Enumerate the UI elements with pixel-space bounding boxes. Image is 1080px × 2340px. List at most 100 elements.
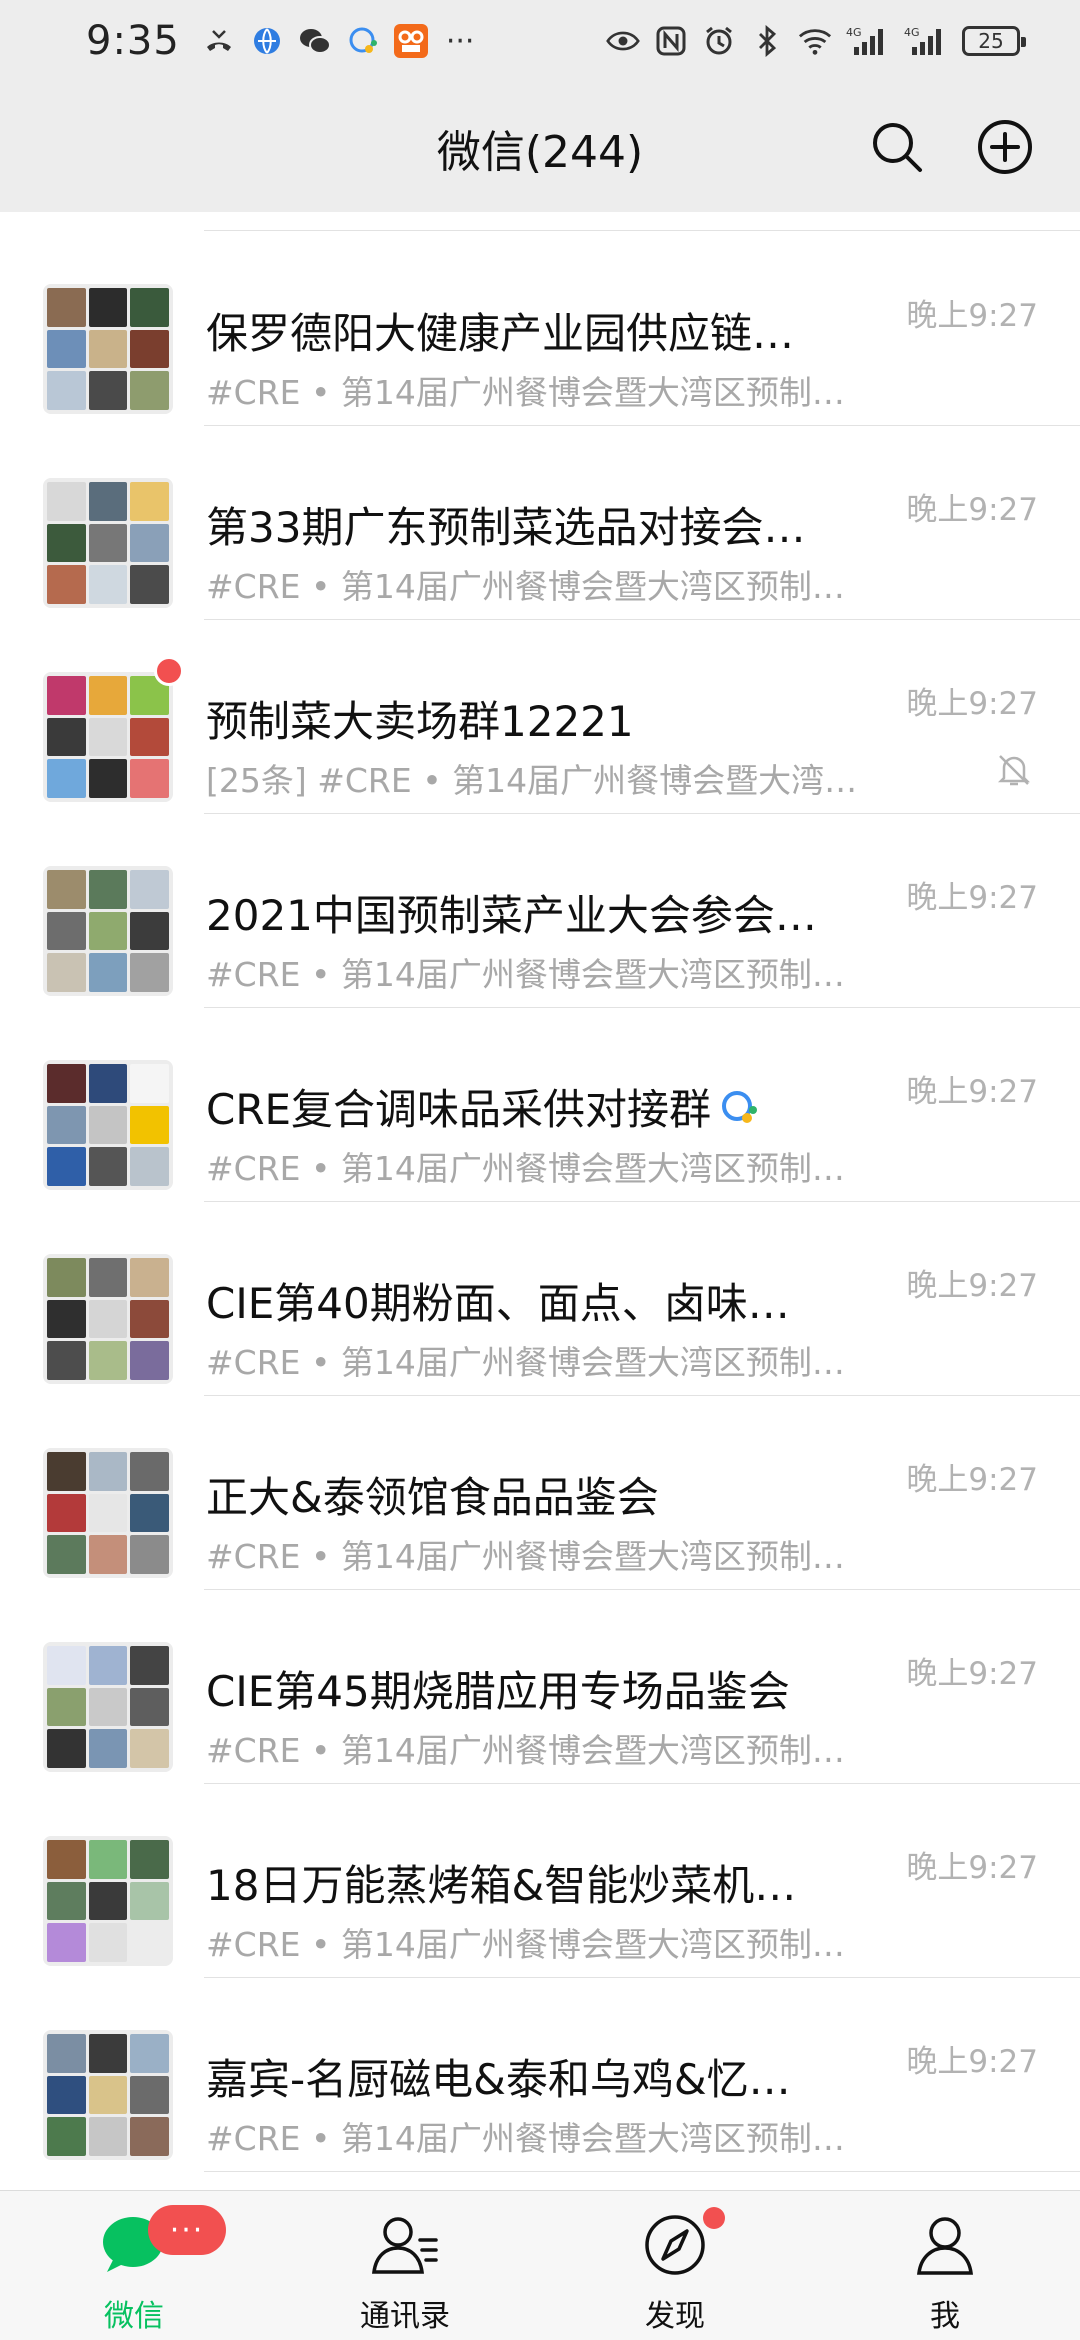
- chat-row[interactable]: 第33期广东预制菜选品对接会… #CRE • 第14届广州餐博会暨大湾区预制… 晚上…: [0, 426, 1080, 620]
- chat-preview: #CRE • 第14届广州餐博会暨大湾区预制…: [206, 1925, 845, 1964]
- wifi-icon: [798, 24, 832, 58]
- tab-me[interactable]: 我: [845, 2191, 1045, 2340]
- chat-row[interactable]: 预制菜大卖场群12221 [25条] #CRE • 第14届广州餐博会暨大湾… 晚上…: [0, 620, 1080, 814]
- status-left-icons: ···: [202, 23, 475, 59]
- tab-label: 发现: [645, 2299, 705, 2334]
- status-right-icons: 4G 4G 25: [606, 24, 1026, 58]
- group-avatar: [43, 1254, 173, 1384]
- chat-row[interactable]: 2021中国预制菜产业大会参会… #CRE • 第14届广州餐博会暨大湾区预制… 晚…: [0, 814, 1080, 1008]
- tab-discover[interactable]: 发现: [575, 2191, 775, 2340]
- chat-title-text: 第33期广东预制菜选品对接会…: [206, 503, 806, 552]
- chat-title: CIE第40期粉面、面点、卤味…: [206, 1270, 866, 1331]
- alarm-icon: [702, 24, 736, 58]
- chat-time: 晚上9:27: [906, 880, 1038, 916]
- person-icon: [910, 2213, 980, 2277]
- compass-icon: [640, 2213, 710, 2277]
- chat-row[interactable]: CRE复合调味品采供对接群 #CRE • 第14届广州餐博会暨大湾区预制… 晚上9:…: [0, 1008, 1080, 1202]
- search-icon: [873, 123, 922, 172]
- chat-title: 第33期广东预制菜选品对接会…: [206, 494, 866, 555]
- chat-time: 晚上9:27: [906, 1850, 1038, 1886]
- wechat-icon: [298, 24, 332, 58]
- chat-title: 2021中国预制菜产业大会参会…: [206, 882, 866, 943]
- tab-label: 通讯录: [360, 2299, 450, 2334]
- chat-time: 晚上9:27: [906, 1462, 1038, 1498]
- contacts-icon: [370, 2213, 440, 2277]
- muted-bell-icon: [994, 750, 1034, 790]
- nfc-icon: [654, 24, 688, 58]
- app-icon: [393, 24, 428, 58]
- chat-list: 保罗德阳大健康产业园供应链… #CRE • 第14届广州餐博会暨大湾区预制… 晚上9…: [0, 212, 1080, 2190]
- chat-row[interactable]: 嘉宾-名厨磁电&泰和乌鸡&忆… #CRE • 第14届广州餐博会暨大湾区预制… 晚上…: [0, 1978, 1080, 2172]
- chat-row[interactable]: 保罗德阳大健康产业园供应链… #CRE • 第14届广州餐博会暨大湾区预制… 晚上9…: [0, 232, 1080, 426]
- group-avatar: [43, 1642, 173, 1772]
- chat-title: 正大&泰领馆食品品鉴会: [206, 1464, 866, 1525]
- search-button[interactable]: [868, 118, 926, 176]
- enterprise-chat-icon: [719, 1088, 759, 1138]
- battery-indicator: 25: [962, 26, 1026, 56]
- divider: [204, 230, 1080, 231]
- notification-dot: [703, 2207, 725, 2229]
- unread-dot: [154, 656, 184, 686]
- divider: [204, 2171, 1080, 2172]
- chat-preview: [25条] #CRE • 第14届广州餐博会暨大湾…: [206, 761, 858, 800]
- chat-title-text: CIE第45期烧腊应用专场品鉴会: [206, 1667, 790, 1716]
- bluetooth-icon: [750, 24, 784, 58]
- chat-title: CRE复合调味品采供对接群: [206, 1076, 866, 1138]
- chat-title-text: 嘉宾-名厨磁电&泰和乌鸡&忆…: [206, 2055, 791, 2104]
- chat-time: 晚上9:27: [906, 298, 1038, 334]
- chat-title-text: CIE第40期粉面、面点、卤味…: [206, 1279, 790, 1328]
- chat-title-text: CRE复合调味品采供对接群: [206, 1085, 712, 1134]
- chat-title: 18日万能蒸烤箱&智能炒菜机…: [206, 1852, 866, 1913]
- chat-time: 晚上9:27: [906, 686, 1038, 722]
- chat-row[interactable]: 18日万能蒸烤箱&智能炒菜机… #CRE • 第14届广州餐博会暨大湾区预制… 晚上…: [0, 1784, 1080, 1978]
- chat-title-text: 保罗德阳大健康产业园供应链…: [206, 309, 795, 358]
- chat-preview: #CRE • 第14届广州餐博会暨大湾区预制…: [206, 373, 845, 412]
- tab-label: 微信: [104, 2299, 164, 2334]
- tab-label: 我: [930, 2299, 960, 2334]
- status-overflow: ···: [445, 23, 475, 59]
- tab-chats[interactable]: ··· 微信: [34, 2191, 234, 2340]
- unread-badge: ···: [148, 2205, 226, 2255]
- svg-text:4G: 4G: [904, 26, 920, 39]
- group-avatar: [43, 1060, 173, 1190]
- chat-time: 晚上9:27: [906, 1656, 1038, 1692]
- chat-preview: #CRE • 第14届广州餐博会暨大湾区预制…: [206, 1343, 845, 1382]
- group-avatar: [43, 672, 173, 802]
- status-bar: 9:35 ··· 4G 4G 25: [0, 0, 1080, 82]
- chat-title-text: 18日万能蒸烤箱&智能炒菜机…: [206, 1861, 797, 1910]
- chat-title-text: 2021中国预制菜产业大会参会…: [206, 891, 817, 940]
- chat-preview: #CRE • 第14届广州餐博会暨大湾区预制…: [206, 1537, 845, 1576]
- chat-preview: #CRE • 第14届广州餐博会暨大湾区预制…: [206, 2119, 845, 2158]
- chat-title-text: 正大&泰领馆食品品鉴会: [206, 1473, 659, 1522]
- chat-title: 预制菜大卖场群12221: [206, 688, 866, 749]
- chat-bubble-icon: [346, 24, 380, 58]
- chat-time: 晚上9:27: [906, 1268, 1038, 1304]
- group-avatar: [43, 866, 173, 996]
- chat-row[interactable]: CIE第45期烧腊应用专场品鉴会 #CRE • 第14届广州餐博会暨大湾区预制… 晚…: [0, 1590, 1080, 1784]
- group-avatar: [43, 1448, 173, 1578]
- chat-preview: #CRE • 第14届广州餐博会暨大湾区预制…: [206, 1731, 845, 1770]
- signal-4g-icon: 4G: [846, 24, 890, 58]
- chat-row[interactable]: CIE第40期粉面、面点、卤味… #CRE • 第14届广州餐博会暨大湾区预制… 晚…: [0, 1202, 1080, 1396]
- chat-time: 晚上9:27: [906, 2044, 1038, 2080]
- eye-icon: [606, 24, 640, 58]
- browser-icon: [250, 24, 284, 58]
- group-avatar: [43, 284, 173, 414]
- group-avatar: [43, 2030, 173, 2160]
- add-button[interactable]: [976, 118, 1034, 176]
- chat-title: 嘉宾-名厨磁电&泰和乌鸡&忆…: [206, 2046, 866, 2107]
- app-header: 微信(244): [0, 82, 1080, 212]
- chat-row[interactable]: 正大&泰领馆食品品鉴会 #CRE • 第14届广州餐博会暨大湾区预制… 晚上9:27: [0, 1396, 1080, 1590]
- status-time: 9:35: [86, 18, 180, 64]
- chat-preview: #CRE • 第14届广州餐博会暨大湾区预制…: [206, 567, 845, 606]
- tab-bar: ··· 微信 通讯录 发现 我: [0, 2190, 1080, 2340]
- group-avatar: [43, 1836, 173, 1966]
- chat-title: 保罗德阳大健康产业园供应链…: [206, 300, 866, 361]
- missed-call-icon: [202, 24, 236, 58]
- signal-4g-icon: 4G: [904, 24, 948, 58]
- tab-contacts[interactable]: 通讯录: [305, 2191, 505, 2340]
- chat-time: 晚上9:27: [906, 492, 1038, 528]
- svg-text:4G: 4G: [846, 26, 862, 39]
- chat-preview: #CRE • 第14届广州餐博会暨大湾区预制…: [206, 955, 845, 994]
- group-avatar: [43, 478, 173, 608]
